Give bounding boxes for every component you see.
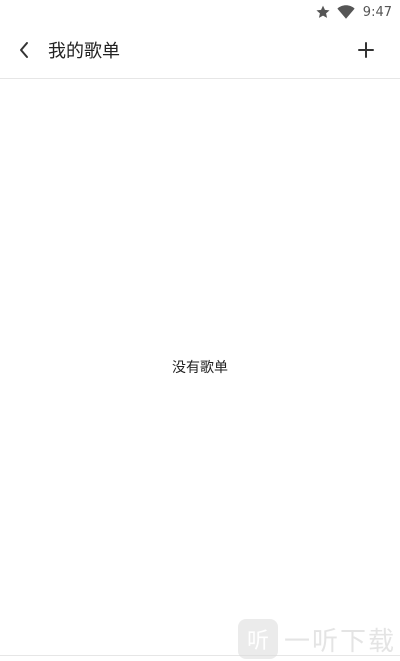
watermark-logo: 听 [237,619,278,659]
page-title: 我的歌单 [48,41,120,62]
empty-playlist-message: 没有歌单 [172,360,228,376]
status-bar: 9:47 [0,0,400,24]
back-button[interactable] [10,38,38,66]
star-icon [315,4,331,20]
app-bar: 我的歌单 [0,24,400,79]
wifi-icon [337,4,355,20]
plus-icon [357,41,375,63]
add-playlist-button[interactable] [352,38,380,66]
status-time: 9:47 [362,4,392,20]
chevron-left-icon [17,41,31,63]
watermark: 听 一听下载 [237,618,396,660]
watermark-text: 一听下载 [283,626,396,657]
